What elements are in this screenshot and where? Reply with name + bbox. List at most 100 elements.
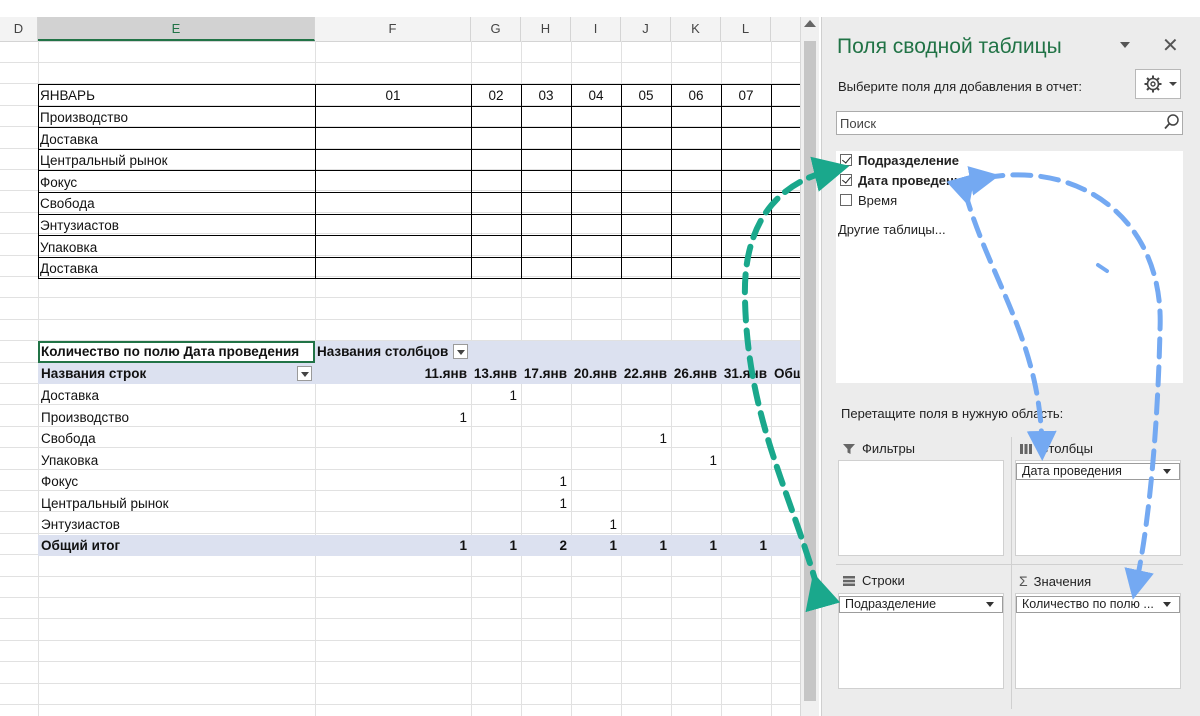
columns-drop-area[interactable]: Дата проведения <box>1015 460 1181 556</box>
grand-total-cell[interactable]: 2 <box>521 535 571 556</box>
gridline-horizontal <box>0 597 800 598</box>
table-border-vertical <box>621 84 622 278</box>
pivot-row-label[interactable]: Свобода <box>41 428 311 449</box>
department-cell[interactable]: Производство <box>40 107 312 128</box>
rows-field-item[interactable]: Подразделение <box>839 596 1003 613</box>
other-tables-link[interactable]: Другие таблицы... <box>838 222 946 237</box>
pivot-row-label[interactable]: Упаковка <box>41 450 311 471</box>
field-label: Дата проведения <box>858 172 970 188</box>
pivot-value-cell[interactable]: 1 <box>621 428 671 449</box>
pivot-row-label[interactable]: Доставка <box>41 385 311 406</box>
pivot-value-cell[interactable]: 1 <box>421 407 471 428</box>
pivot-row-label[interactable]: Энтузиастов <box>41 514 311 535</box>
department-cell[interactable]: Центральный рынок <box>40 150 312 171</box>
field-item-subdivision[interactable]: Подразделение <box>840 151 959 169</box>
department-cell[interactable]: Свобода <box>40 193 312 214</box>
grand-total-cell[interactable]: 1 <box>421 535 471 556</box>
column-header-l[interactable]: L <box>721 17 771 41</box>
rows-area-label: Строки <box>862 573 905 588</box>
pivot-field-pane: Поля сводной таблицы ✕ Выберите поля для… <box>821 17 1200 716</box>
column-header-f[interactable]: F <box>315 17 471 41</box>
department-cell[interactable]: Упаковка <box>40 237 312 258</box>
pane-title: Поля сводной таблицы <box>837 35 1062 58</box>
tools-button[interactable] <box>1135 69 1181 99</box>
department-cell[interactable]: Доставка <box>40 258 312 279</box>
grand-total-cell[interactable]: 1 <box>621 535 671 556</box>
column-header-i[interactable]: I <box>571 17 621 41</box>
grand-total-cell[interactable]: 1 <box>571 535 621 556</box>
pivot-row-label[interactable]: Центральный рынок <box>41 493 311 514</box>
pivot-value-caption[interactable]: Количество по полю Дата проведения <box>41 341 313 362</box>
filters-area-title: Фильтры <box>842 441 915 456</box>
pivot-date-header[interactable]: 31.янв <box>711 363 771 384</box>
pivot-value-cell[interactable]: 1 <box>521 493 571 514</box>
values-drop-area[interactable]: Количество по полю ... <box>1015 593 1181 689</box>
day-header[interactable]: 07 <box>721 85 771 106</box>
pivot-row-labels-caption[interactable]: Названия строк <box>41 363 291 384</box>
day-header[interactable]: 01 <box>315 85 471 106</box>
pivot-value-cell[interactable]: 1 <box>671 450 721 471</box>
vertical-scrollbar[interactable] <box>800 17 819 716</box>
grand-total-label[interactable]: Общий итог <box>41 535 311 556</box>
gridline-horizontal <box>0 618 800 619</box>
drag-hint: Перетащите поля в нужную область: <box>841 406 1064 421</box>
values-field-item[interactable]: Количество по полю ... <box>1016 596 1180 613</box>
grand-total-cell[interactable]: 1 <box>721 535 771 556</box>
grand-total-cell[interactable]: 1 <box>671 535 721 556</box>
table-border-vertical <box>771 84 772 278</box>
field-list: Подразделение Дата проведения Время Друг… <box>836 151 1183 383</box>
column-header-g[interactable]: G <box>471 17 521 41</box>
rows-area-title: Строки <box>842 573 905 588</box>
month-label[interactable]: ЯНВАРЬ <box>40 85 310 106</box>
pivot-column-labels-caption[interactable]: Названия столбцов <box>317 341 457 362</box>
field-item-time[interactable]: Время <box>840 191 897 209</box>
column-header-e[interactable]: E <box>38 17 315 41</box>
spreadsheet-grid[interactable]: D E F G H I J K L ЯНВАРЬ 01 02 03 04 05 06 07 … <box>0 0 800 716</box>
table-border-vertical <box>521 84 522 278</box>
rows-drop-area[interactable]: Подразделение <box>838 593 1004 689</box>
close-icon[interactable]: ✕ <box>1162 33 1179 58</box>
pivot-value-cell[interactable]: 1 <box>521 471 571 492</box>
column-header-d[interactable]: D <box>0 17 38 41</box>
column-header-k[interactable]: K <box>671 17 721 41</box>
columns-area-title: Столбцы <box>1019 441 1093 456</box>
pivot-date-header[interactable]: Общ <box>774 363 800 384</box>
department-cell[interactable]: Фокус <box>40 172 312 193</box>
pivot-value-cell[interactable]: 1 <box>471 385 521 406</box>
scroll-up-arrow-icon[interactable] <box>804 20 816 27</box>
values-area-title: Σ Значения <box>1019 573 1091 589</box>
gridline-horizontal <box>0 576 800 577</box>
department-cell[interactable]: Доставка <box>40 129 312 150</box>
day-header[interactable]: 05 <box>621 85 671 106</box>
area-divider-vertical <box>1011 437 1012 709</box>
filters-drop-area[interactable] <box>838 460 1004 556</box>
grand-total-cell[interactable]: 1 <box>471 535 521 556</box>
column-header-h[interactable]: H <box>521 17 571 41</box>
gridline-horizontal <box>0 297 800 298</box>
day-header[interactable]: 03 <box>521 85 571 106</box>
column-header-j[interactable]: J <box>621 17 671 41</box>
gear-icon <box>1144 75 1177 93</box>
day-header[interactable]: 06 <box>671 85 721 106</box>
day-header[interactable]: 02 <box>471 85 521 106</box>
row-labels-filter-button[interactable] <box>297 366 312 381</box>
scroll-thumb[interactable] <box>804 41 816 701</box>
field-item-event-date[interactable]: Дата проведения <box>840 171 969 189</box>
pane-options-chevron-icon[interactable] <box>1120 42 1130 48</box>
field-checkbox-time[interactable] <box>840 194 852 206</box>
rows-icon <box>843 575 855 586</box>
field-checkbox-event-date[interactable] <box>840 174 852 186</box>
pivot-row-label[interactable]: Производство <box>41 407 311 428</box>
field-checkbox-subdivision[interactable] <box>840 154 852 166</box>
table-border-vertical <box>571 84 572 278</box>
pivot-value-cell[interactable]: 1 <box>571 514 621 535</box>
field-search-input[interactable] <box>836 111 1183 135</box>
columns-field-item[interactable]: Дата проведения <box>1016 463 1180 480</box>
department-cell[interactable]: Энтузиастов <box>40 215 312 236</box>
column-labels-filter-button[interactable] <box>453 344 468 359</box>
pivot-row-label[interactable]: Фокус <box>41 471 311 492</box>
search-icon[interactable] <box>1163 113 1181 131</box>
field-label: Время <box>858 192 898 208</box>
day-header[interactable]: 04 <box>571 85 621 106</box>
sigma-icon: Σ <box>1019 573 1028 589</box>
